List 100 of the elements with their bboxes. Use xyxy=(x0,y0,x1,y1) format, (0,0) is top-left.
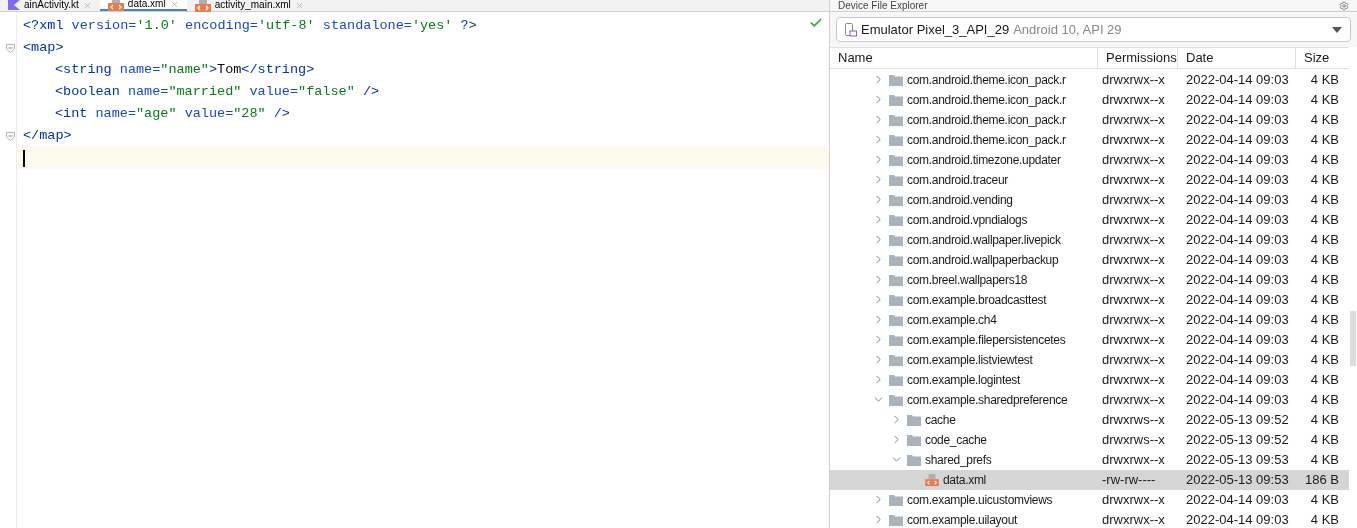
date-cell-text: 2022-04-14 09:03 xyxy=(1185,210,1290,229)
permissions-cell-text: drwxrwx--x xyxy=(1101,90,1166,109)
permissions-cell-text: drwxrwx--x xyxy=(1101,370,1166,389)
file-name: data.xml xyxy=(943,471,986,489)
column-header[interactable]: Date xyxy=(1178,48,1296,68)
file-row[interactable]: shared_prefs drwxrwx--x 2022-05-13 09:53 4 KB xyxy=(830,449,1349,470)
size-cell-text: 4 KB xyxy=(1309,230,1339,249)
file-row[interactable]: com.android.vpndialogs drwxrwx--x 2022-04-14 09:03 4 KB xyxy=(830,209,1349,230)
file-row[interactable]: com.example.filepersistencetes drwxrwx--x 2022-04-14 09:03 4 KB xyxy=(830,329,1349,350)
permissions-cell-text: drwxrwx--x xyxy=(1101,70,1166,89)
date-cell-text: 2022-04-14 09:03 xyxy=(1185,370,1290,389)
size-cell-text: 4 KB xyxy=(1309,450,1339,469)
file-row[interactable]: com.example.ch4 drwxrwx--x 2022-04-14 09:03 4 KB xyxy=(830,309,1349,330)
folder-icon xyxy=(889,233,903,246)
permissions-cell-text: drwxrwx--x xyxy=(1101,270,1166,289)
file-name: com.example.listviewtest xyxy=(907,351,1033,369)
date-cell-text: 2022-04-14 09:03 xyxy=(1185,230,1290,249)
folder-icon xyxy=(889,353,903,366)
dropdown-caret-icon xyxy=(1332,26,1342,33)
permissions-cell-text: drwxrwx--x xyxy=(1101,130,1166,149)
date-cell-text: 2022-04-14 09:03 xyxy=(1185,150,1290,169)
folder-icon xyxy=(907,433,921,446)
file-name: shared_prefs xyxy=(925,451,992,469)
file-row[interactable]: com.example.sharedpreference drwxrwx--x 2022-04-14 09:03 4 KB xyxy=(830,389,1349,410)
file-row[interactable]: data.xml -rw-rw---- 2022-05-13 09:53 186 B xyxy=(830,469,1349,490)
panel-title: Device File Explorer xyxy=(838,0,928,11)
code-line: <?xml version='1.0' encoding='utf-8' standalone='yes' ?> xyxy=(23,16,477,35)
kotlin-file-icon xyxy=(8,0,20,10)
check-icon xyxy=(809,16,823,30)
folder-icon xyxy=(889,373,903,386)
file-name: com.android.theme.icon_pack.r xyxy=(907,111,1066,129)
column-header[interactable]: Size xyxy=(1296,48,1339,68)
file-name: code_cache xyxy=(925,431,987,449)
file-row[interactable]: com.android.wallpaper.livepick drwxrwx--x 2022-04-14 09:03 4 KB xyxy=(830,229,1349,250)
file-row[interactable]: com.breel.wallpapers18 drwxrwx--x 2022-04-14 09:03 4 KB xyxy=(830,269,1349,290)
file-row[interactable]: com.example.uicustomviews drwxrwx--x 2022-04-14 09:03 4 KB xyxy=(830,489,1349,510)
file-row[interactable]: com.android.theme.icon_pack.r drwxrwx--x 2022-04-14 09:03 4 KB xyxy=(830,129,1349,150)
file-row[interactable]: com.android.traceur drwxrwx--x 2022-04-14 09:03 4 KB xyxy=(830,169,1349,190)
fold-marker-icon[interactable] xyxy=(6,131,15,141)
date-cell-text: 2022-05-13 09:53 xyxy=(1185,470,1290,489)
permissions-cell-text: drwxrwx--x xyxy=(1101,150,1166,169)
permissions-cell-text: drwxrwx--x xyxy=(1101,290,1166,309)
file-row[interactable]: com.android.theme.icon_pack.r drwxrwx--x 2022-04-14 09:03 4 KB xyxy=(830,109,1349,130)
permissions-cell-text: drwxrwx--x xyxy=(1101,330,1166,349)
file-row[interactable]: com.example.uilayout drwxrwx--x 2022-04-14 09:03 4 KB xyxy=(830,509,1349,528)
file-row[interactable]: com.android.timezone.updater drwxrwx--x 2022-04-14 09:03 4 KB xyxy=(830,149,1349,170)
date-cell-text: 2022-04-14 09:03 xyxy=(1185,390,1290,409)
file-row[interactable]: cache drwxrws--x 2022-05-13 09:52 4 KB xyxy=(830,409,1349,430)
date-cell-text: 2022-05-13 09:52 xyxy=(1185,410,1290,429)
file-row[interactable]: com.example.listviewtest drwxrwx--x 2022-04-14 09:03 4 KB xyxy=(830,349,1349,370)
folder-icon xyxy=(889,313,903,326)
file-row[interactable]: com.example.broadcasttest drwxrwx--x 2022-04-14 09:03 4 KB xyxy=(830,289,1349,310)
size-cell-text: 4 KB xyxy=(1309,330,1339,349)
date-cell-text: 2022-04-14 09:03 xyxy=(1185,110,1290,129)
file-name: com.example.logintest xyxy=(907,371,1021,389)
size-cell-text: 4 KB xyxy=(1309,70,1339,89)
editor-tab[interactable]: data.xml xyxy=(99,0,187,11)
file-name: com.android.vpndialogs xyxy=(907,211,1028,229)
size-cell-text: 4 KB xyxy=(1309,370,1339,389)
file-row[interactable]: com.example.logintest drwxrwx--x 2022-04-14 09:03 4 KB xyxy=(830,369,1349,390)
code-line: <int name="age" value="28" /> xyxy=(55,104,290,123)
file-name: com.example.uilayout xyxy=(907,511,1018,528)
file-name: com.android.vending xyxy=(907,191,1013,209)
file-row[interactable]: com.android.theme.icon_pack.r drwxrwx--x 2022-04-14 09:03 4 KB xyxy=(830,69,1349,90)
file-row[interactable]: code_cache drwxrws--x 2022-05-13 09:52 4 KB xyxy=(830,429,1349,450)
permissions-cell-text: drwxrwx--x xyxy=(1101,450,1166,469)
close-icon[interactable] xyxy=(294,0,304,10)
size-cell-text: 4 KB xyxy=(1309,410,1339,429)
file-name: com.android.wallpaper.livepick xyxy=(907,231,1061,249)
folder-icon xyxy=(889,293,903,306)
folder-icon xyxy=(889,193,903,206)
permissions-cell-text: drwxrwx--x xyxy=(1101,230,1166,249)
folder-icon xyxy=(889,513,903,526)
column-header[interactable]: Name xyxy=(830,48,1098,68)
device-dropdown[interactable]: Emulator Pixel_3_API_29 Android 10, API 29 xyxy=(836,17,1351,42)
size-cell-text: 4 KB xyxy=(1309,270,1339,289)
fold-marker-icon[interactable] xyxy=(6,43,15,53)
date-cell-text: 2022-05-13 09:52 xyxy=(1185,430,1290,449)
permissions-cell-text: -rw-rw---- xyxy=(1101,470,1157,489)
permissions-cell-text: drwxrwx--x xyxy=(1101,310,1166,329)
size-cell-text: 4 KB xyxy=(1309,310,1339,329)
file-row[interactable]: com.android.vending drwxrwx--x 2022-04-14 09:03 4 KB xyxy=(830,189,1349,210)
file-row[interactable]: com.android.theme.icon_pack.r drwxrwx--x 2022-04-14 09:03 4 KB xyxy=(830,89,1349,110)
settings-icon[interactable] xyxy=(1339,0,1349,11)
file-name: com.android.timezone.updater xyxy=(907,151,1061,169)
code-line: <map> xyxy=(23,38,64,57)
device-icon xyxy=(845,22,857,37)
code-line: <boolean name="married" value="false" /> xyxy=(55,82,380,101)
folder-icon xyxy=(889,73,903,86)
file-row[interactable]: com.android.wallpaperbackup drwxrwx--x 2022-04-14 09:03 4 KB xyxy=(830,249,1349,270)
close-icon[interactable] xyxy=(82,0,92,10)
editor-tab[interactable]: activity_main.xml xyxy=(186,0,312,11)
column-header[interactable]: Permissions xyxy=(1098,48,1178,68)
close-icon[interactable] xyxy=(169,0,179,9)
permissions-cell-text: drwxrwx--x xyxy=(1101,350,1166,369)
folder-icon xyxy=(889,253,903,266)
editor-tab[interactable]: ainActivity.kt xyxy=(0,0,100,11)
date-cell-text: 2022-04-14 09:03 xyxy=(1185,130,1290,149)
scrollbar-thumb[interactable] xyxy=(1350,311,1356,366)
date-cell-text: 2022-04-14 09:03 xyxy=(1185,190,1290,209)
